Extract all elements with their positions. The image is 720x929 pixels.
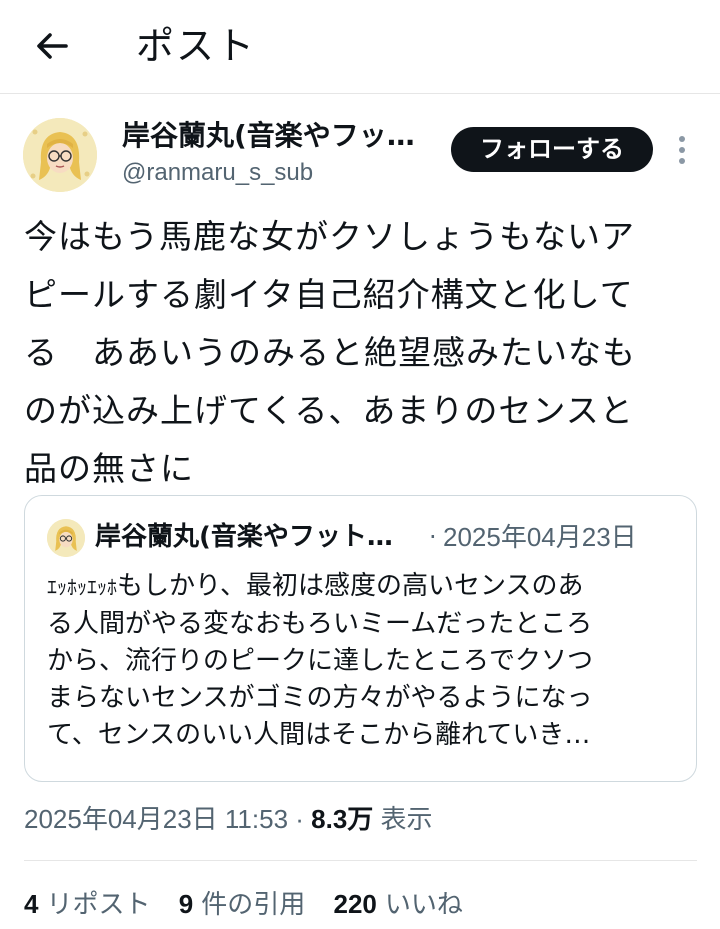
reposts-label: リポスト xyxy=(46,890,151,920)
more-options-button[interactable] xyxy=(668,130,696,170)
likes-stat[interactable]: 220 いいね xyxy=(334,884,463,925)
quoted-line-prefix: ｴｯﾎｯｴｯﾎ xyxy=(47,575,117,599)
post-line: る ああいうのみると絶望感みたいなも xyxy=(24,333,636,372)
quoted-line-rest: もしかり、最初は感度の高いセンスのあ xyxy=(117,571,584,601)
more-vertical-icon xyxy=(679,136,685,164)
quoted-line: ｴｯﾎｯｴｯﾎもしかり、最初は感度の高いセンスのあ xyxy=(47,568,687,606)
author-handle[interactable]: @ranmaru_s_sub xyxy=(122,156,313,190)
post-line: のが込み上げてくる、あまりのセンスと xyxy=(24,391,634,430)
quoted-author-avatar xyxy=(47,519,85,557)
engagement-stats: 4 リポスト 9 件の引用 220 いいね xyxy=(24,884,483,925)
arrow-left-icon xyxy=(37,33,68,59)
post-meta: 2025年04月23日 11:53 · 8.3万 表示 xyxy=(24,800,433,838)
quoted-line: まらないセンスがゴミの方々がやるようになっ xyxy=(47,683,593,713)
quoted-post[interactable]: 岸谷蘭丸(音楽やフット… · 2025年04月23日 ｴｯﾎｯｴｯﾎもしかり、最… xyxy=(24,495,697,782)
quoted-line: る人間がやる変なおもろいミームだったところ xyxy=(47,609,593,639)
top-bar: ポスト xyxy=(0,0,720,94)
likes-label: いいね xyxy=(384,890,463,920)
quotes-stat[interactable]: 9 件の引用 xyxy=(179,884,305,925)
author-avatar[interactable] xyxy=(23,118,97,192)
quotes-count: 9 xyxy=(178,889,194,919)
reposts-stat[interactable]: 4 リポスト xyxy=(24,884,150,925)
likes-count: 220 xyxy=(333,889,377,919)
back-button[interactable] xyxy=(30,24,74,68)
post-datetime[interactable]: 2025年04月23日 11:53 · xyxy=(24,804,311,834)
post-line: 品の無さに xyxy=(24,449,194,488)
reposts-count: 4 xyxy=(24,889,39,919)
quoted-post-body: ｴｯﾎｯｴｯﾎもしかり、最初は感度の高いセンスのあ る人間がやる変なおもろいミー… xyxy=(47,568,687,754)
quoted-line: て、センスのいい人間はそこから離れていき… xyxy=(47,720,591,750)
quotes-label: 件の引用 xyxy=(201,890,306,920)
post-line: ピールする劇イタ自己紹介構文と化して xyxy=(24,275,634,314)
quoted-line: から、流行りのピークに達したところでクソつ xyxy=(47,646,594,676)
author-name[interactable]: 岸谷蘭丸(音楽やフッ… xyxy=(122,116,432,156)
follow-button[interactable]: フォローする xyxy=(451,127,653,172)
quoted-author-name: 岸谷蘭丸(音楽やフット… xyxy=(95,522,393,552)
quoted-post-date: 2025年04月23日 xyxy=(443,522,637,552)
page-title: ポスト xyxy=(136,24,257,68)
views-label: 表示 xyxy=(373,804,433,834)
post-body: 今はもう馬鹿な女がクソしょうもないア ピールする劇イタ自己紹介構文と化して る … xyxy=(24,208,704,498)
quoted-separator: · xyxy=(429,523,437,551)
views-count: 8.3万 xyxy=(311,804,374,834)
post-line: 今はもう馬鹿な女がクソしょうもないア xyxy=(24,217,636,256)
divider xyxy=(24,860,697,861)
